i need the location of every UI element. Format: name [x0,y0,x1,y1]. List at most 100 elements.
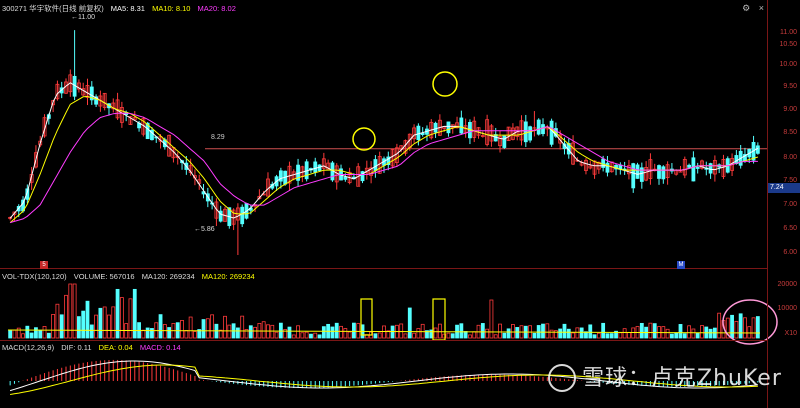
current-price-tag: 7.24 [768,183,800,193]
volume-bar [511,324,515,339]
volume-bar [81,310,86,339]
dea-label: DEA: 0.04 [98,343,133,352]
volume-bar [330,326,335,339]
volume-bar [287,326,292,339]
volume-bar [111,306,116,339]
axis-tick: 6.50 [783,225,797,232]
volume-bar [107,314,111,339]
level-line-label: 8.29 [211,134,225,141]
volume-bar [76,316,81,339]
volume-bar [588,324,593,339]
volume-bar [94,314,98,339]
settings-icon[interactable]: ⚙ [742,3,750,13]
volume-bar [545,323,550,339]
volume-bar [12,329,17,339]
macd-indicator-label: MACD(12,26,9) [2,343,55,352]
volume-bar [446,332,451,339]
volume-bar [506,328,511,339]
vol-axis-tick: X10 [784,330,797,337]
volume-bar [532,332,537,339]
volume-bar [433,327,438,339]
volume-bar [480,323,485,339]
macd-panel-header: MACD(12,26,9) DIF: 0.11 DEA: 0.04 MACD: … [2,341,186,354]
candle-body [536,119,541,135]
volume-bar [38,329,43,339]
candle-body [695,167,700,169]
axis-tick: 9.50 [783,83,797,90]
volume-bar [167,327,172,339]
volume-bar [747,326,752,339]
volume-bar [334,322,339,339]
volume-bar [227,324,232,339]
volume-bar [304,331,309,339]
event-marker[interactable]: M [677,261,685,269]
axis-tick: 7.00 [783,201,797,208]
volume-bar [51,314,56,339]
volume-bar [670,333,674,339]
volume-bar [416,328,421,339]
candle-body [605,162,610,173]
candle-body [523,121,528,143]
axis-tick: 11.00 [780,29,797,36]
vol-ma120-label: MA120: 269234 [141,272,195,281]
volume-bar [743,317,747,339]
volume-bar [751,317,756,339]
volume-bar [128,298,133,339]
volume-bar [223,315,227,339]
volume-bar [261,321,266,339]
volume-bar [240,315,245,339]
candle-body [459,117,464,134]
axis-tick: 6.00 [783,249,797,256]
volume-panel-header: VOL-TDX(120,120) VOLUME: 567016 MA120: 2… [2,270,260,283]
annotation-circle [432,71,458,97]
candle-body [416,125,421,141]
volume-bar [42,325,47,339]
volume-bar [601,322,606,339]
candle-body [661,166,666,180]
volume-bar [162,324,167,339]
volume-bar [562,323,567,339]
volume-bar [648,322,653,339]
candle-body [343,176,348,180]
volume-bar [717,312,722,339]
volume-bar [158,314,163,339]
price-axis: 11.00 10.50 10.00 9.50 9.00 8.50 8.00 7.… [767,0,800,408]
volume-bar [46,332,51,339]
volume-bar [356,323,361,339]
volume-bar [493,334,498,339]
volume-bar [485,328,490,339]
volume-bar [184,329,189,339]
candle-body [420,132,425,135]
volume-bar [248,325,253,339]
volume-bar [309,333,313,339]
volume-bar [502,332,507,339]
vol-indicator-label: VOL-TDX(120,120) [2,272,67,281]
volume-bar [296,325,300,339]
volume-bar [437,323,442,339]
volume-bar [321,326,326,339]
event-marker[interactable]: 5 [40,261,48,269]
volume-bar [403,333,408,339]
volume-bar [674,332,679,339]
volume-bar [377,332,382,339]
volume-bar [541,323,545,339]
volume-bar [412,332,416,339]
volume-bar [34,327,38,339]
volume-bar [85,300,90,339]
volume-bar [291,334,296,339]
volume-bar [472,331,477,339]
volume-bar [700,325,704,339]
volume-bar [734,321,739,339]
volume-bar [64,294,68,339]
price-panel-divider [0,268,767,269]
volume-bar [618,332,623,339]
axis-tick: 9.00 [783,106,797,113]
axis-tick: 10.00 [779,61,797,68]
volume-bar [579,327,584,339]
volume-bar [627,332,631,339]
candle-body [687,164,692,168]
axis-tick: 10.50 [779,41,797,48]
volume-bar [25,325,30,339]
close-icon[interactable]: × [759,3,764,13]
volume-bar [193,331,197,339]
